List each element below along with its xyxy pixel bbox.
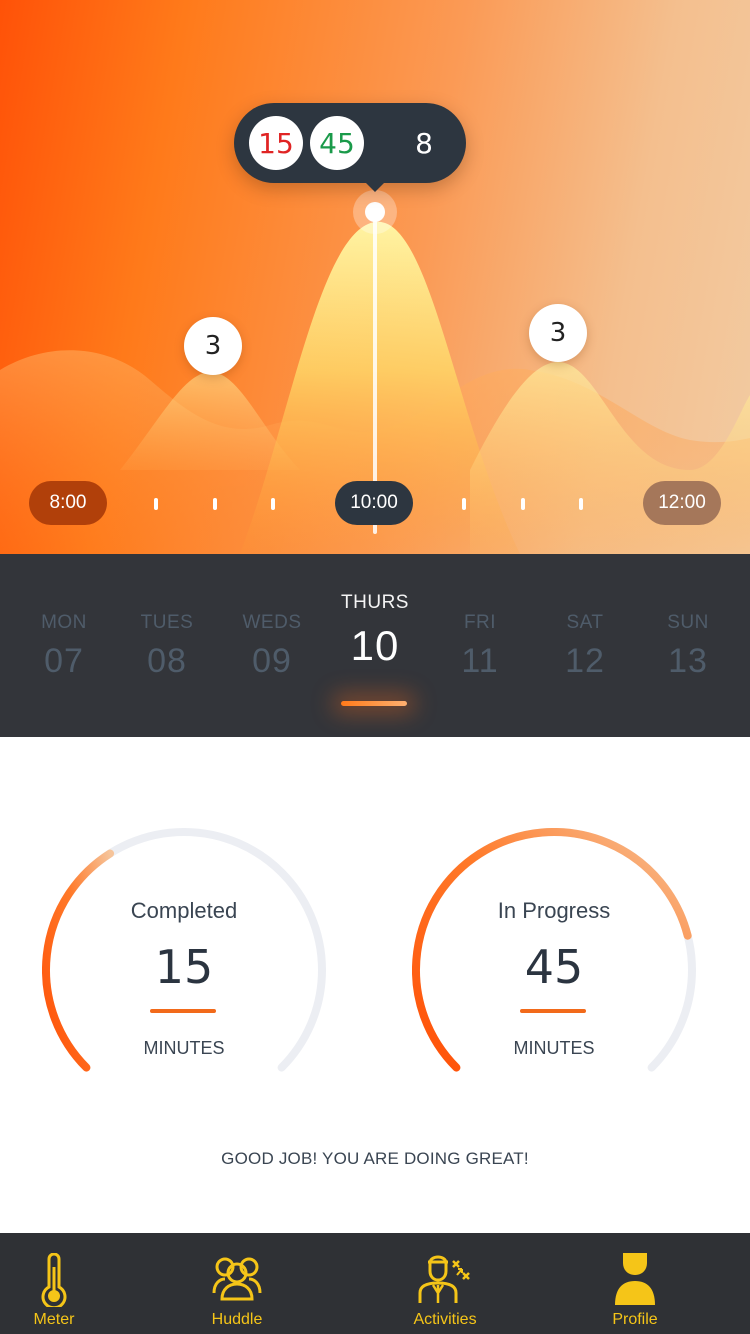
day-number: 07 (44, 642, 84, 680)
peak-marker-left[interactable]: 3 (184, 317, 242, 375)
gauge-value: 15 (154, 940, 214, 994)
tab-label: Activities (413, 1311, 477, 1328)
day-name: SAT (566, 612, 604, 633)
day-number: 13 (668, 642, 708, 680)
day-fri[interactable]: FRI 11 (430, 612, 530, 681)
gauge-value: 45 (524, 940, 584, 994)
day-name: SUN (667, 612, 709, 633)
day-sat[interactable]: SAT 12 (535, 612, 635, 681)
completed-count-bubble: 15 (249, 116, 303, 170)
time-tick (521, 498, 525, 510)
tab-meter[interactable]: Meter (0, 1233, 114, 1334)
activity-chart[interactable]: 15 45 8 3 3 8:00 10:00 12:00 (0, 0, 750, 554)
time-tick (462, 498, 466, 510)
week-day-selector: MON 07 TUES 08 WEDS 09 THURS 10 FRI 11 S… (0, 554, 750, 737)
encouragement-message: GOOD JOB! YOU ARE DOING GREAT! (221, 1149, 529, 1168)
time-end-pill[interactable]: 12:00 (643, 481, 721, 525)
group-icon (212, 1257, 262, 1301)
day-weds[interactable]: WEDS 09 (222, 612, 322, 681)
selected-day-indicator (341, 701, 407, 706)
in-progress-count-bubble: 45 (310, 116, 364, 170)
tab-huddle[interactable]: Huddle (177, 1233, 297, 1334)
time-current-pill[interactable]: 10:00 (335, 481, 413, 525)
gauge-unit: MINUTES (143, 1038, 225, 1058)
day-sun[interactable]: SUN 13 (638, 612, 738, 681)
day-number: 08 (147, 642, 187, 680)
activity-waves (0, 190, 750, 554)
time-tick (154, 498, 158, 510)
coach-strategy-icon (418, 1255, 470, 1303)
day-number: 11 (461, 642, 499, 680)
thermometer-icon (41, 1253, 67, 1307)
day-name: TUES (140, 612, 194, 633)
completed-gauge: Completed 15 MINUTES (42, 828, 326, 1088)
time-tick (579, 498, 583, 510)
in-progress-gauge: In Progress 45 MINUTES (412, 828, 696, 1088)
gauge-divider (150, 1009, 216, 1013)
gauge-divider (520, 1009, 586, 1013)
time-start-pill[interactable]: 8:00 (29, 481, 107, 525)
tab-profile[interactable]: Profile (575, 1233, 695, 1334)
day-name: THURS (341, 592, 409, 613)
bottom-tab-bar: Meter Huddle Activities Profile (0, 1233, 750, 1334)
other-count: 8 (415, 126, 433, 160)
tab-activities[interactable]: Activities (385, 1233, 505, 1334)
day-tues[interactable]: TUES 08 (117, 612, 217, 681)
day-number: 12 (565, 642, 605, 680)
selected-point-tooltip: 15 45 8 (234, 103, 466, 192)
time-tick (213, 498, 217, 510)
day-number: 10 (350, 622, 400, 669)
person-icon (615, 1253, 655, 1305)
day-name: MON (41, 612, 87, 633)
tab-label: Huddle (211, 1311, 263, 1328)
tab-label: Meter (33, 1311, 75, 1328)
gauge-unit: MINUTES (513, 1038, 595, 1058)
tab-label: Profile (612, 1311, 658, 1328)
gauge-title: Completed (130, 898, 238, 923)
day-name: FRI (463, 612, 497, 633)
day-number: 09 (252, 642, 292, 680)
peak-marker-right[interactable]: 3 (529, 304, 587, 362)
time-tick (271, 498, 275, 510)
day-name: WEDS (242, 612, 302, 633)
day-thurs[interactable]: THURS 10 (325, 592, 425, 670)
day-mon[interactable]: MON 07 (14, 612, 114, 681)
gauge-title: In Progress (497, 898, 611, 923)
